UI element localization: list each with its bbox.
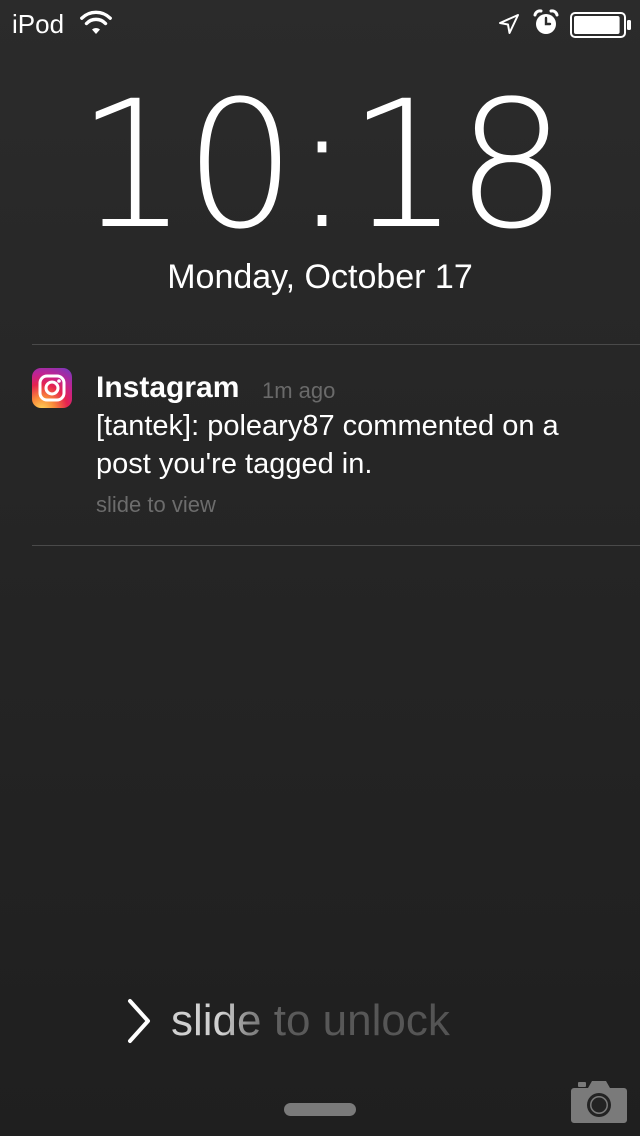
camera-icon[interactable]: [570, 1078, 628, 1124]
notification-card[interactable]: Instagram 1m ago [tantek]: poleary87 com…: [0, 345, 640, 545]
chevron-right-icon: [128, 999, 150, 1043]
bottom-grabber[interactable]: [284, 1103, 356, 1116]
lock-screen: iPod 10:18 Monday, October 17 Instagram …: [0, 0, 640, 1136]
location-arrow-icon: [499, 14, 519, 34]
slide-to-unlock[interactable]: slide to unlock: [0, 990, 640, 1050]
notification-bottom-divider: [32, 545, 640, 546]
status-bar: iPod: [0, 0, 640, 46]
lock-screen-time: 10:18: [76, 63, 567, 268]
notification-app-name: Instagram: [96, 371, 240, 404]
alarm-clock-icon: [533, 9, 559, 34]
slide-to-unlock-label: slide to unlock: [171, 992, 450, 1050]
notification-time: 1m ago: [262, 378, 336, 403]
notification-action-hint: slide to view: [96, 492, 216, 517]
wifi-icon: [80, 10, 112, 34]
battery-icon: [570, 12, 631, 38]
carrier-label: iPod: [12, 9, 65, 39]
lock-screen-date: Monday, October 17: [167, 258, 473, 296]
instagram-icon: [32, 368, 72, 408]
notification-message: [tantek]: poleary87 commented on a post …: [96, 410, 559, 480]
